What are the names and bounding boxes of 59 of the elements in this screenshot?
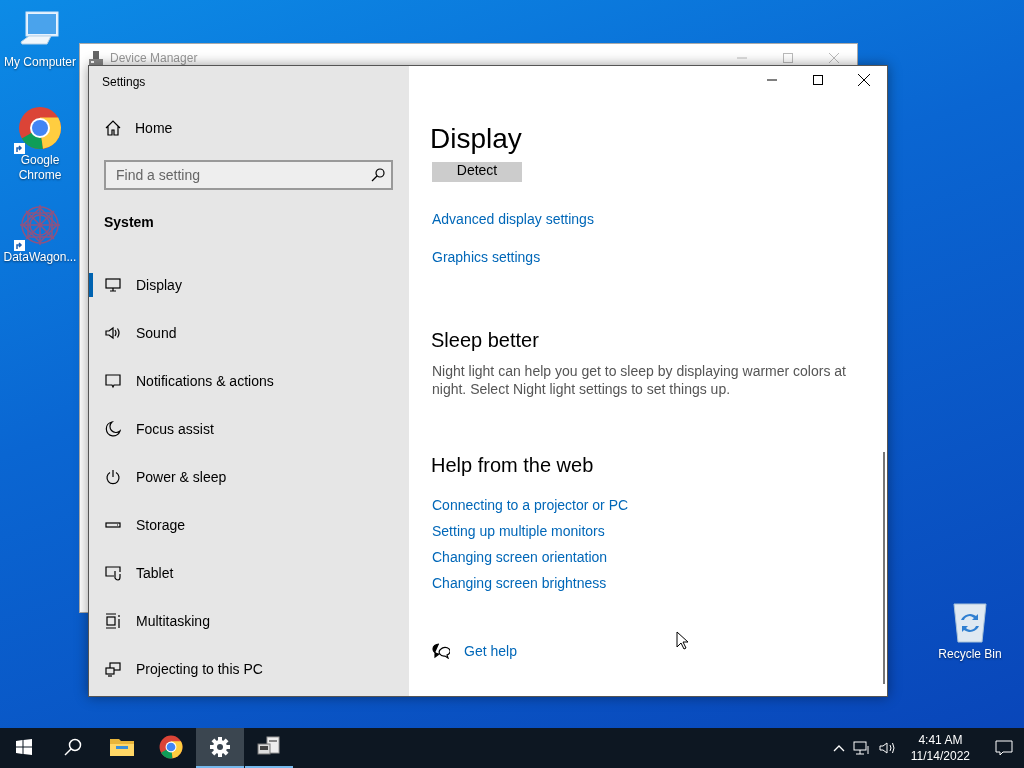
settings-link[interactable]: Graphics settings	[432, 249, 541, 265]
moon-icon	[105, 421, 121, 437]
nav-item[interactable]: Sound	[89, 309, 409, 357]
scrollbar[interactable]	[883, 452, 885, 684]
window-title: Device Manager	[110, 51, 198, 65]
tablet-icon	[105, 565, 121, 581]
mouse-pointer-icon	[676, 631, 689, 650]
nav-item[interactable]: Multitasking	[89, 597, 409, 645]
help-link[interactable]: Connecting to a projector or PC	[432, 497, 629, 513]
window-title: Settings	[102, 75, 146, 89]
folder-icon	[110, 737, 134, 757]
section-heading: System	[104, 214, 155, 230]
maximize-icon[interactable]	[813, 75, 823, 85]
notification-icon[interactable]	[995, 740, 1013, 756]
detect-button[interactable]: Detect	[432, 162, 522, 182]
nav-item[interactable]: Storage	[89, 501, 409, 549]
desktop-icon-label[interactable]: Recycle Bin	[938, 647, 1002, 662]
page-title: Display	[430, 122, 523, 156]
nav-item[interactable]: Projecting to this PC	[89, 645, 409, 693]
desktop-icon-label[interactable]: Google Chrome	[0, 153, 80, 183]
snowflake-pattern-icon	[18, 203, 62, 247]
home-icon	[105, 120, 121, 136]
chrome-icon	[159, 735, 183, 759]
power-icon	[105, 469, 121, 485]
help-link[interactable]: Changing screen orientation	[432, 549, 608, 565]
network-icon[interactable]	[852, 740, 871, 756]
nav-item[interactable]: Notifications & actions	[89, 357, 409, 405]
windows-logo-icon	[16, 739, 32, 755]
search-icon	[64, 738, 82, 756]
section-heading: Help from the web	[431, 454, 595, 477]
settings-link[interactable]: Advanced display settings	[432, 211, 594, 227]
search-field[interactable]: Find a setting	[104, 160, 393, 190]
section-heading: Sleep better	[431, 329, 540, 352]
chrome-icon	[18, 106, 62, 150]
search-icon	[371, 168, 385, 182]
printer-computer-icon	[257, 736, 281, 758]
help-link[interactable]: Setting up multiple monitors	[432, 523, 605, 539]
close-icon[interactable]	[858, 74, 870, 86]
speaker-icon[interactable]	[878, 740, 897, 756]
get-help-link[interactable]: Get help	[464, 643, 517, 659]
desktop-icon-label[interactable]: My Computer	[4, 55, 76, 70]
home-link[interactable]: Home	[135, 120, 173, 136]
projector-pc-icon	[105, 661, 121, 677]
monitor-icon	[105, 277, 121, 293]
taskbar-button[interactable]	[196, 728, 244, 768]
multitasking-icon	[105, 613, 121, 629]
printer-computer-icon	[88, 50, 104, 66]
speech-bubble-icon	[105, 373, 121, 389]
nav-item[interactable]: Tablet	[89, 549, 409, 597]
nav-item[interactable]: Power & sleep	[89, 453, 409, 501]
description-text: Night light can help you get to sleep by displaying warmer colors at night. Select Night light settings to set things up.	[432, 362, 847, 398]
nav-item[interactable]: Focus assist	[89, 405, 409, 453]
gear-icon	[210, 737, 230, 757]
chevron-up-icon[interactable]	[832, 744, 845, 752]
chat-bubbles-icon	[432, 643, 450, 659]
desktop-icon-label[interactable]: DataWagon...	[3, 250, 77, 265]
help-link[interactable]: Changing screen brightness	[432, 575, 607, 591]
speaker-icon	[105, 325, 121, 341]
clock[interactable]: 4:41 AM 11/14/2022	[904, 732, 976, 764]
